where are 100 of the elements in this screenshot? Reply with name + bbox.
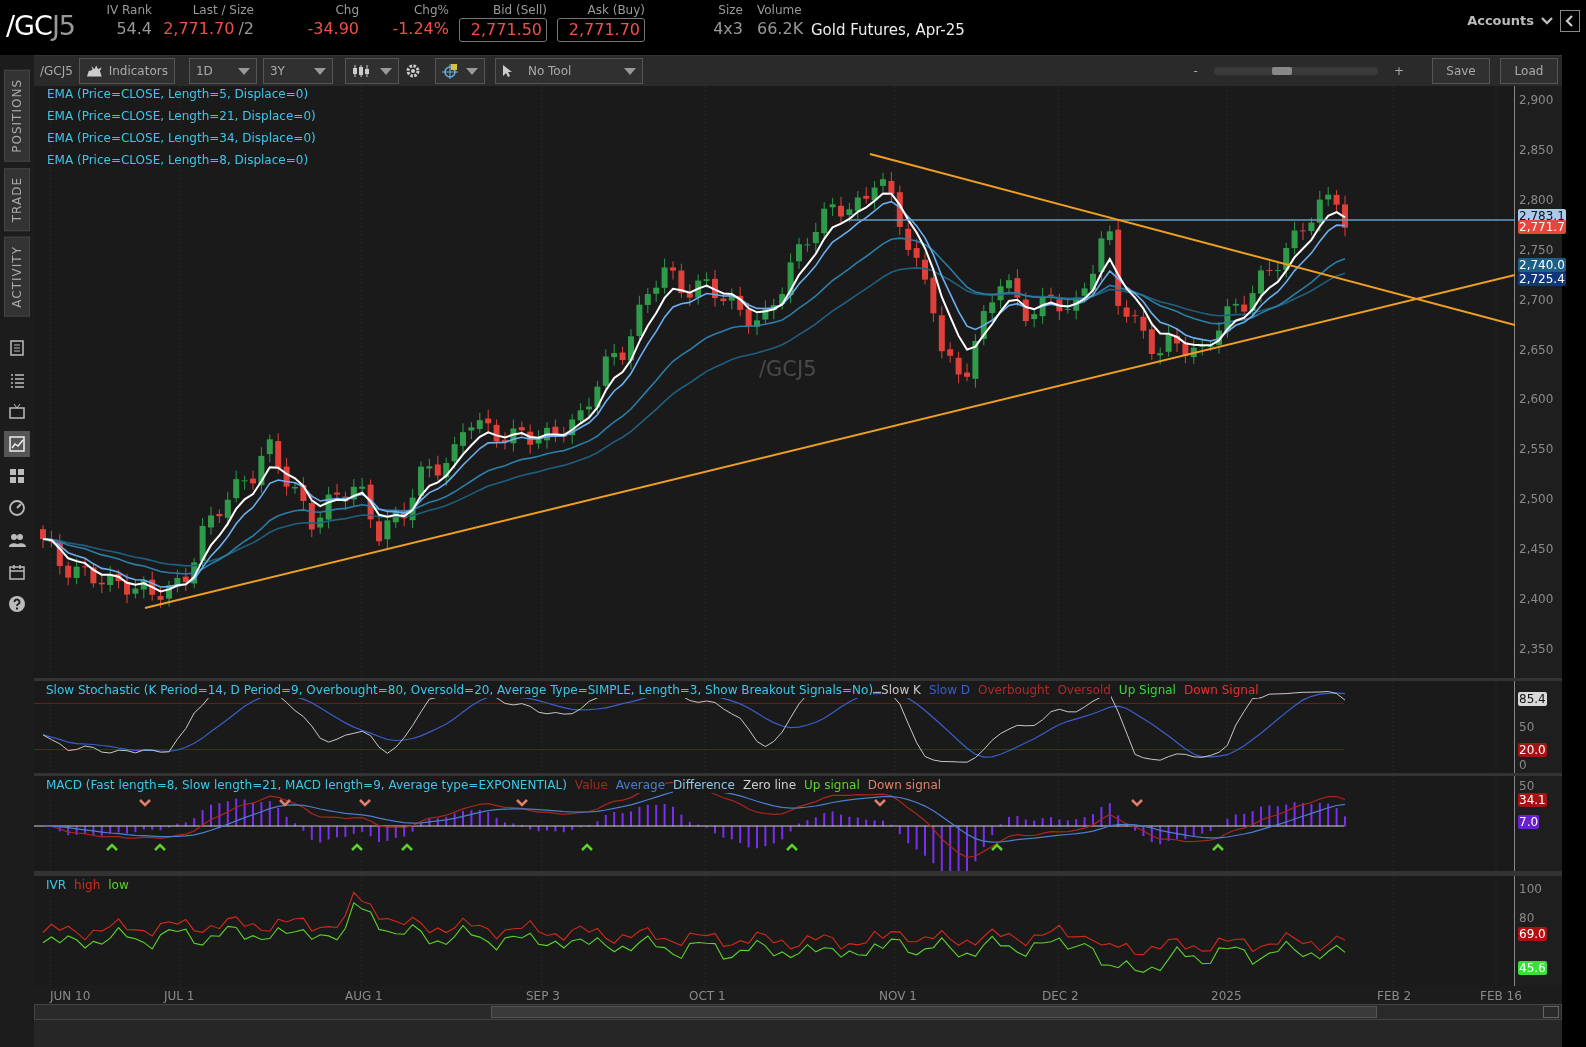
caret-icon [465, 67, 478, 75]
tv-icon[interactable] [8, 402, 26, 421]
axis-label: 2,750 [1519, 242, 1554, 257]
legend-item: Oversold [1057, 682, 1111, 698]
axis-label: 2,650 [1519, 342, 1554, 357]
zoom-slider[interactable] [1213, 67, 1378, 75]
tool-dropdown[interactable]: No Tool [494, 58, 643, 84]
range-dropdown[interactable]: 3Y [262, 58, 333, 84]
zoom-in-button[interactable]: + [1393, 62, 1404, 80]
chevron-down-icon[interactable] [1540, 15, 1554, 26]
legend-item: IVR [46, 877, 67, 893]
axis-label: 2,850 [1519, 142, 1554, 157]
quote-label: IV Rank [106, 2, 152, 18]
legend-item: Slow K [881, 682, 921, 698]
date-label: AUG 1 [345, 988, 383, 1005]
horizontal-scrollbar[interactable] [34, 1004, 1562, 1020]
axis-label: 2,350 [1519, 641, 1554, 656]
axis-label: 2,900 [1519, 93, 1554, 107]
date-label: NOV 1 [879, 988, 917, 1005]
price-marker: 2,740.0 [1518, 258, 1566, 272]
collapse-button[interactable] [1560, 9, 1580, 32]
slider-thumb[interactable] [1271, 67, 1292, 75]
quote-label: Chg% [414, 2, 449, 18]
date-label: SEP 3 [526, 988, 560, 1005]
gauge-icon[interactable] [8, 498, 26, 517]
scrollbar-thumb[interactable] [491, 1006, 1377, 1018]
chart-style-dropdown[interactable] [344, 58, 399, 84]
accounts-menu[interactable]: Accounts [1467, 10, 1534, 31]
quote-label: Size [718, 2, 743, 18]
quote-label: Chg [335, 2, 359, 18]
quote-value: 66.2K [757, 18, 804, 40]
caret-icon [237, 67, 250, 75]
price-field[interactable]: 2,771.50 [459, 18, 547, 42]
indicators-button[interactable]: Indicators [78, 58, 175, 84]
date-label: 2025 [1211, 988, 1242, 1005]
price-marker: 2,725.4 [1518, 272, 1566, 286]
axis-label: 80 [1519, 911, 1535, 925]
price-marker: 69.0 [1518, 926, 1547, 941]
price-marker: 45.6 [1518, 960, 1547, 975]
quote-value: -1.24% [392, 18, 449, 40]
document-icon[interactable] [8, 338, 26, 357]
price-marker: 34.1 [1518, 793, 1547, 807]
caret-icon [379, 67, 392, 75]
axis-label: 2,600 [1519, 392, 1554, 407]
grid-icon[interactable] [8, 466, 26, 485]
axis-label: 0 [1519, 758, 1527, 772]
legend-item: Up Signal [1118, 682, 1176, 698]
quote-label: Last / Size [192, 2, 254, 18]
quote-label: Ask (Buy) [587, 2, 645, 18]
side-tab[interactable]: TRADE [4, 167, 30, 231]
quote-value: -34.90 [307, 18, 359, 40]
axis-label: 2,400 [1519, 592, 1554, 606]
study-label: EMA (Price=CLOSE, Length=34, Displace=0) [47, 130, 316, 146]
quote-value: 4x3 [713, 18, 743, 40]
axis-label: 50 [1519, 719, 1535, 734]
date-label: FEB 16 [1480, 988, 1522, 1005]
price-field[interactable]: 2,771.70 [557, 18, 645, 42]
chevron-left-icon [1565, 14, 1575, 27]
legend-item: high [74, 877, 101, 893]
drawing-dropdown[interactable] [434, 58, 485, 84]
calendar-icon[interactable] [8, 562, 26, 581]
date-label: DEC 2 [1042, 988, 1079, 1005]
legend-item: Up signal [804, 777, 860, 793]
side-tab[interactable]: POSITIONS [4, 70, 30, 162]
quote-label: Bid (Sell) [492, 2, 547, 18]
legend-item: Down Signal [1183, 682, 1259, 698]
caret-icon [623, 67, 636, 75]
axis-label: 2,800 [1519, 192, 1554, 207]
legend-item: Difference [673, 777, 735, 793]
save-button[interactable]: Save [1432, 58, 1490, 84]
quote-size: /2 [238, 18, 254, 40]
legend-item: Down signal [867, 777, 942, 793]
axis-label: 2,700 [1519, 292, 1554, 307]
date-label: JUN 10 [50, 988, 91, 1005]
side-tab[interactable]: ACTIVITY [4, 236, 30, 317]
price-marker: 7.0 [1518, 815, 1540, 829]
caret-icon [313, 67, 326, 75]
pointer-icon [501, 64, 512, 78]
settings-icon[interactable] [404, 63, 421, 79]
chart-icon[interactable] [8, 434, 26, 453]
load-button[interactable]: Load [1500, 58, 1558, 84]
price-marker: 85.4 [1518, 692, 1547, 707]
scroll-button[interactable] [1543, 1006, 1559, 1018]
help-icon[interactable] [8, 594, 26, 613]
price-marker: 20.0 [1518, 742, 1547, 757]
axis-label: 2,450 [1519, 542, 1554, 557]
price-marker: 2,771.7 [1518, 220, 1566, 234]
legend-item: Average [615, 777, 666, 793]
crosshair-icon [441, 63, 460, 79]
axis-label: 2,550 [1519, 442, 1554, 457]
study-label: MACD (Fast length=8, Slow length=21, MACD length=9, Average type=EXPONENTIAL) [46, 777, 567, 793]
aggregation-dropdown[interactable]: 1D [188, 58, 257, 84]
splash-icon [85, 64, 103, 78]
study-label: EMA (Price=CLOSE, Length=21, Displace=0) [47, 108, 316, 124]
date-label: JUL 1 [164, 988, 195, 1005]
axis-label: 100 [1519, 882, 1542, 896]
axis-label: 2,500 [1519, 492, 1554, 507]
quote-value: 54.4 [116, 18, 152, 40]
zoom-out-button[interactable]: - [1193, 62, 1198, 80]
study-label: Slow Stochastic (K Period=14, D Period=9, Overbought=80, Oversold=20, Average Type=SIMPLE, Length=3, Show Breakout Signals=No) [46, 682, 874, 698]
